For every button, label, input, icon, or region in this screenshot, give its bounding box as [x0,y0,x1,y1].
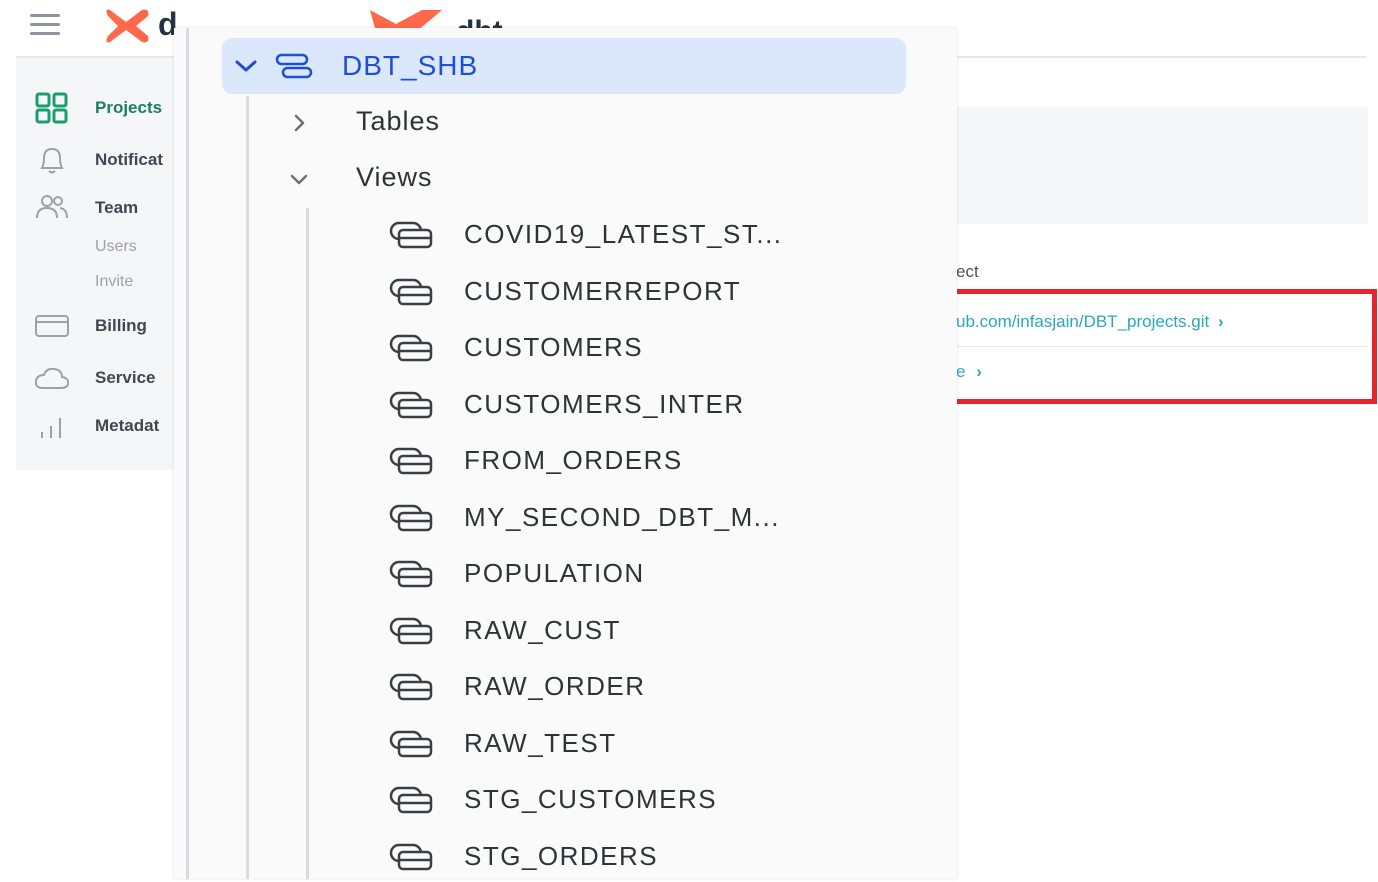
database-icon [275,53,313,79]
dbt-logo-icon[interactable] [106,8,152,44]
tree-item-view[interactable]: RAW_CUST [388,606,908,656]
tree-item-view[interactable]: MY_SECOND_DBT_M... [388,493,908,543]
tree-item-view[interactable]: FROM_ORDERS [388,436,908,486]
tree-item-view[interactable]: POPULATION [388,549,908,599]
view-icon [389,617,433,644]
view-label: RAW_CUST [464,614,621,645]
logo-text-2: dbt [456,10,503,30]
sidebar-item-team[interactable]: Team [16,190,176,226]
tree-item-view[interactable]: CUSTOMERREPORT [388,267,908,317]
view-icon [389,278,433,305]
sidebar-item-label: Billing [95,316,147,335]
chevron-down-icon[interactable] [232,52,260,80]
view-label: COVID19_LATEST_ST... [464,219,783,249]
tree-item-views[interactable]: Views [284,154,884,204]
tree-item-view[interactable]: COVID19_LATEST_ST... [388,210,908,260]
view-icon [389,730,433,757]
view-label: STG_CUSTOMERS [464,784,718,814]
view-label: MY_SECOND_DBT_M... [464,501,780,532]
sidebar-subitem-users[interactable]: Users [95,238,137,256]
sidebar-item-label: Projects [95,98,163,117]
menu-icon[interactable] [30,14,60,36]
view-label: RAW_TEST [464,727,617,758]
chevron-right-icon[interactable] [284,108,314,138]
tree-guide-line [306,208,309,879]
grid-icon [35,92,68,124]
view-label: CUSTOMERREPORT [464,275,742,306]
sidebar-item-service[interactable]: Service [16,360,176,396]
database-label: DBT_SHB [342,50,479,81]
view-icon [389,334,433,362]
tree-item-tables[interactable]: Tables [284,98,884,148]
folder-label: Views [356,162,433,192]
view-label: STG_ORDERS [464,840,659,871]
sidebar-item-projects[interactable]: Projects [16,90,176,126]
main-header [956,58,1368,107]
schema-tree-panel: DBT_SHB Tables Views COVID19_LATEST_ST..… [174,28,957,879]
view-icon [389,504,433,531]
highlight-box [940,289,1377,404]
bar-chart-icon [41,418,61,438]
view-icon [389,843,433,870]
sidebar-item-label: Notificat [95,150,163,169]
bell-icon [40,147,64,174]
view-label: POPULATION [464,558,645,588]
tree-item-database[interactable]: DBT_SHB [222,38,906,94]
sidebar-item-billing[interactable]: Billing [16,308,176,344]
sidebar-subitem-invite[interactable]: Invite [95,273,133,291]
sidebar: Projects Notificat Team Users Invite Bil… [16,58,176,470]
view-label: CUSTOMERS_INTER [464,388,745,419]
tree-guide-line [246,96,249,879]
view-label: RAW_ORDER [464,671,646,701]
sidebar-item-label: Service [95,368,156,387]
tree-item-view[interactable]: CUSTOMERS_INTER [388,380,908,430]
view-label: CUSTOMERS [464,332,644,362]
sidebar-item-metadata[interactable]: Metadat [16,408,176,444]
tree-item-view[interactable]: RAW_ORDER [388,662,908,712]
view-icon [389,221,433,249]
tree-item-view[interactable]: STG_CUSTOMERS [388,775,908,825]
view-label: FROM_ORDERS [464,445,683,475]
card-icon [35,315,69,337]
users-icon [36,195,68,219]
chevron-down-icon[interactable] [284,164,314,194]
tree-item-view[interactable]: CUSTOMERS [388,323,908,373]
sidebar-item-label: Metadat [95,416,160,435]
cloud-icon [34,367,70,389]
sidebar-item-label: Team [95,198,139,217]
view-icon [389,447,433,475]
tree-item-view[interactable]: STG_ORDERS [388,832,908,882]
view-icon [389,560,433,588]
view-icon [389,391,433,418]
main-banner [956,106,1368,224]
folder-label: Tables [356,106,441,136]
tree-guide-line [186,28,189,879]
view-icon [389,786,433,814]
view-icon [389,673,433,701]
field-label: ect [956,262,979,281]
tree-item-view[interactable]: RAW_TEST [388,719,908,769]
sidebar-item-notifications[interactable]: Notificat [16,142,176,178]
